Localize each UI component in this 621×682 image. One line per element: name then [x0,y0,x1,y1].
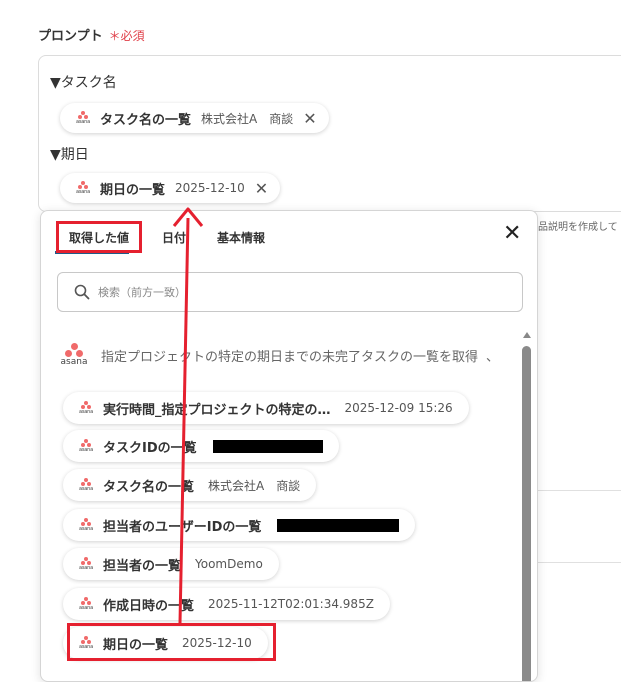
asana-logo-icon: asana [77,478,95,492]
highlight-box-tab [56,221,142,253]
asana-logo-icon: asana [74,111,92,125]
section-head-due-date: ▼期日 [50,147,89,163]
item-label: 担当者の一覧 [103,558,182,574]
asana-logo-icon: asana [57,343,91,367]
prompt-label: プロンプト ＊必須 [38,25,145,44]
list-item[interactable]: asana 担当者の一覧 YoomDemo [63,548,279,580]
item-label: 実行時間_指定プロジェクトの特定の… [103,402,331,418]
asana-logo-icon: asana [77,518,95,532]
item-value: 2025-12-09 15:26 [344,401,453,415]
asana-logo-icon: asana [77,557,95,571]
group-title-trailing: 、 [486,349,500,365]
item-label: タスクIDの一覧 [103,440,197,456]
close-icon[interactable]: ✕ [503,221,521,246]
list-item[interactable]: asana 実行時間_指定プロジェクトの特定の… 2025-12-09 15:2… [63,392,469,424]
item-label: 担当者のユーザーIDの一覧 [103,519,262,535]
search-input[interactable] [96,284,500,300]
scrollbar-thumb[interactable] [522,346,531,681]
item-label: 作成日時の一覧 [103,598,195,614]
item-value: 2025-11-12T02:01:34.985Z [208,597,374,611]
redacted-value [212,439,323,453]
background-description-text: 品説明を作成して [538,222,618,233]
list-item[interactable]: asana タスク名の一覧 株式会社A 商談 [63,469,317,501]
tab-date[interactable]: 日付 [162,229,186,246]
close-icon[interactable]: ✕ [303,109,316,128]
value-picker-panel: 取得した値 日付 基本情報 ✕ asana 指定プロジェクトの特定の期日までの未… [40,210,538,682]
list-item[interactable]: asana 作成日時の一覧 2025-11-12T02:01:34.985Z [63,588,390,620]
item-value: 株式会社A 商談 [208,478,301,493]
list-item[interactable]: asana タスクIDの一覧 [63,430,339,462]
highlight-box-item [67,623,276,661]
asana-logo-icon: asana [74,181,92,195]
scroll-up-arrow-icon[interactable] [523,332,531,338]
item-label: タスク名の一覧 [103,479,195,495]
divider [538,490,621,491]
search-icon [74,284,90,300]
asana-logo-icon: asana [77,597,95,611]
item-value: YoomDemo [195,557,263,571]
close-icon[interactable]: ✕ [255,179,268,198]
chip-label: タスク名の一覧 [100,112,192,128]
asana-logo-icon: asana [77,439,95,453]
list-item[interactable]: asana 担当者のユーザーIDの一覧 [63,509,416,541]
group-title: 指定プロジェクトの特定の期日までの未完了タスクの一覧を取得 [101,349,479,365]
variable-chip-due-date[interactable]: asana 期日の一覧 2025-12-10 ✕ [60,173,281,203]
redacted-value [277,518,400,532]
section-head-task-name: ▼タスク名 [50,75,117,91]
tab-basic-info[interactable]: 基本情報 [217,229,265,246]
prompt-label-text: プロンプト [38,29,103,44]
required-mark: ＊必須 [108,29,145,43]
chip-value: 2025-12-10 [175,181,245,195]
variable-chip-task-name[interactable]: asana タスク名の一覧 株式会社A 商談 ✕ [60,103,329,133]
divider [538,562,621,563]
group-header[interactable]: asana 指定プロジェクトの特定の期日までの未完了タスクの一覧を取得 、 [57,343,499,367]
search-box[interactable] [57,272,523,312]
chip-value: 株式会社A 商談 [201,111,294,126]
asana-logo-icon: asana [77,401,95,415]
chip-label: 期日の一覧 [100,182,166,198]
